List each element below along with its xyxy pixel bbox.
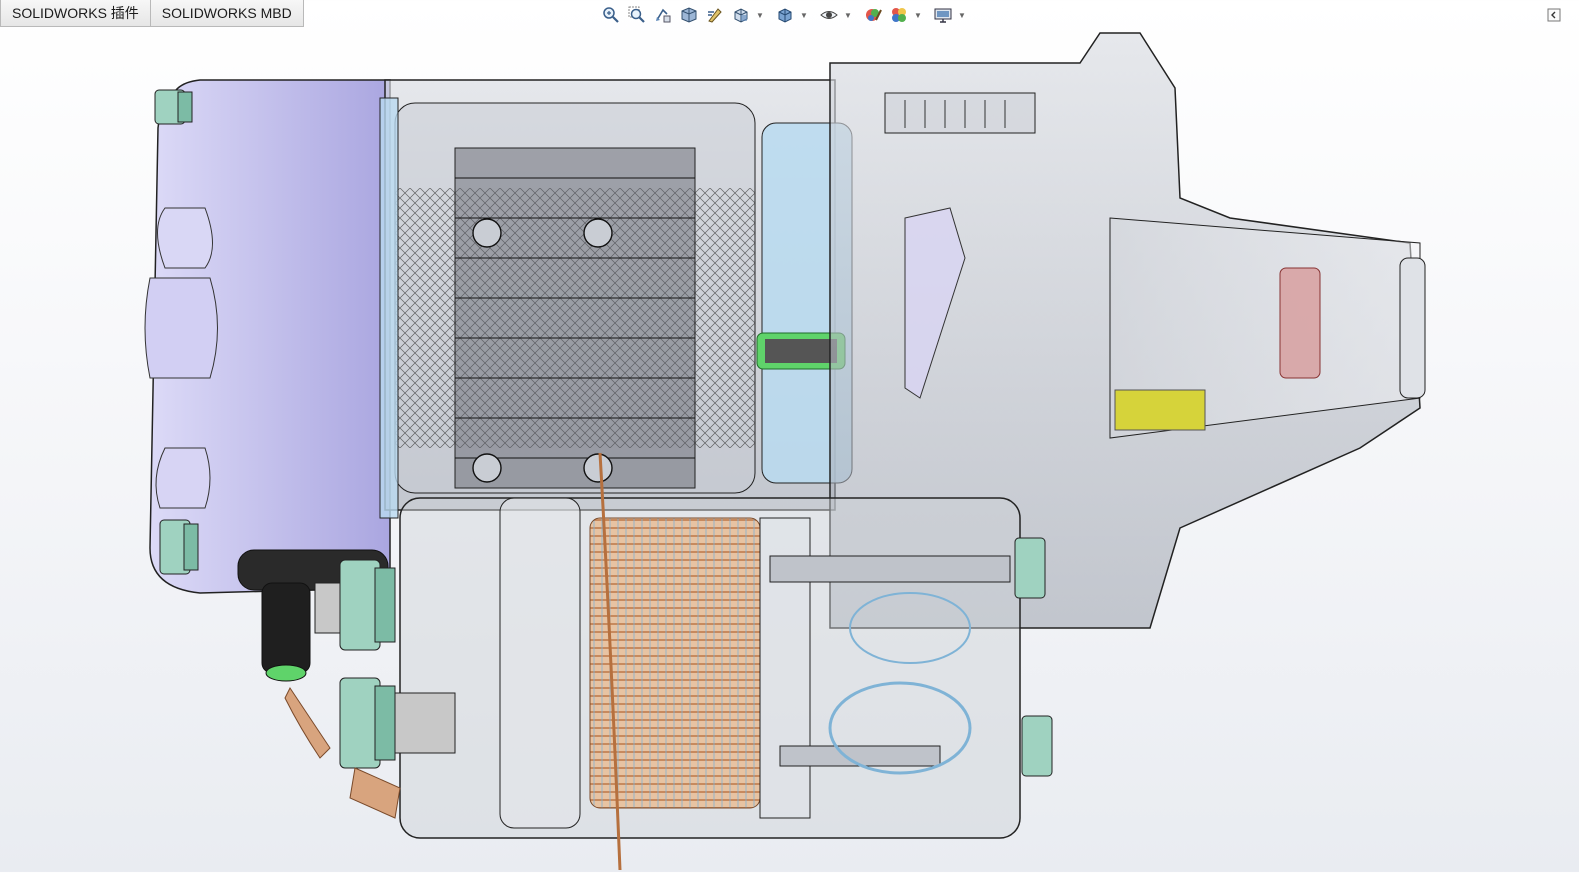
- solenoid-assembly[interactable]: [399, 497, 1053, 839]
- cap-bolt-top[interactable]: [154, 89, 193, 125]
- cap-bolt-bottom[interactable]: [159, 519, 199, 575]
- heads-up-view-toolbar: ▼ ▼ ▼ ▼ ▼: [600, 4, 972, 26]
- view-settings-dropdown-icon[interactable]: ▼: [958, 4, 966, 26]
- command-manager-tabs: SOLIDWORKS 插件 SOLIDWORKS MBD: [0, 0, 304, 28]
- edit-appearance-icon[interactable]: [862, 4, 884, 26]
- hide-show-items-icon[interactable]: [818, 4, 840, 26]
- tab-solidworks-mbd[interactable]: SOLIDWORKS MBD: [150, 0, 304, 27]
- view-orientation-dropdown-icon[interactable]: ▼: [756, 4, 764, 26]
- rear-end-cap[interactable]: [144, 79, 391, 594]
- display-style-dropdown-icon[interactable]: ▼: [800, 4, 808, 26]
- previous-view-icon[interactable]: [652, 4, 674, 26]
- tab-solidworks-addins[interactable]: SOLIDWORKS 插件: [0, 0, 151, 27]
- apply-scene-dropdown-icon[interactable]: ▼: [914, 4, 922, 26]
- display-style-icon[interactable]: [774, 4, 796, 26]
- view-orientation-icon[interactable]: [730, 4, 752, 26]
- dynamic-annotation-icon[interactable]: [704, 4, 726, 26]
- zoom-to-fit-icon[interactable]: [600, 4, 622, 26]
- hide-show-dropdown-icon[interactable]: ▼: [844, 4, 852, 26]
- view-settings-icon[interactable]: [932, 4, 954, 26]
- zoom-to-area-icon[interactable]: [626, 4, 648, 26]
- starter-motor-model[interactable]: [0, 28, 1579, 872]
- apply-scene-icon[interactable]: [888, 4, 910, 26]
- section-view-icon[interactable]: [678, 4, 700, 26]
- graphics-area[interactable]: [0, 28, 1579, 872]
- collapse-panel-icon[interactable]: [1547, 8, 1561, 22]
